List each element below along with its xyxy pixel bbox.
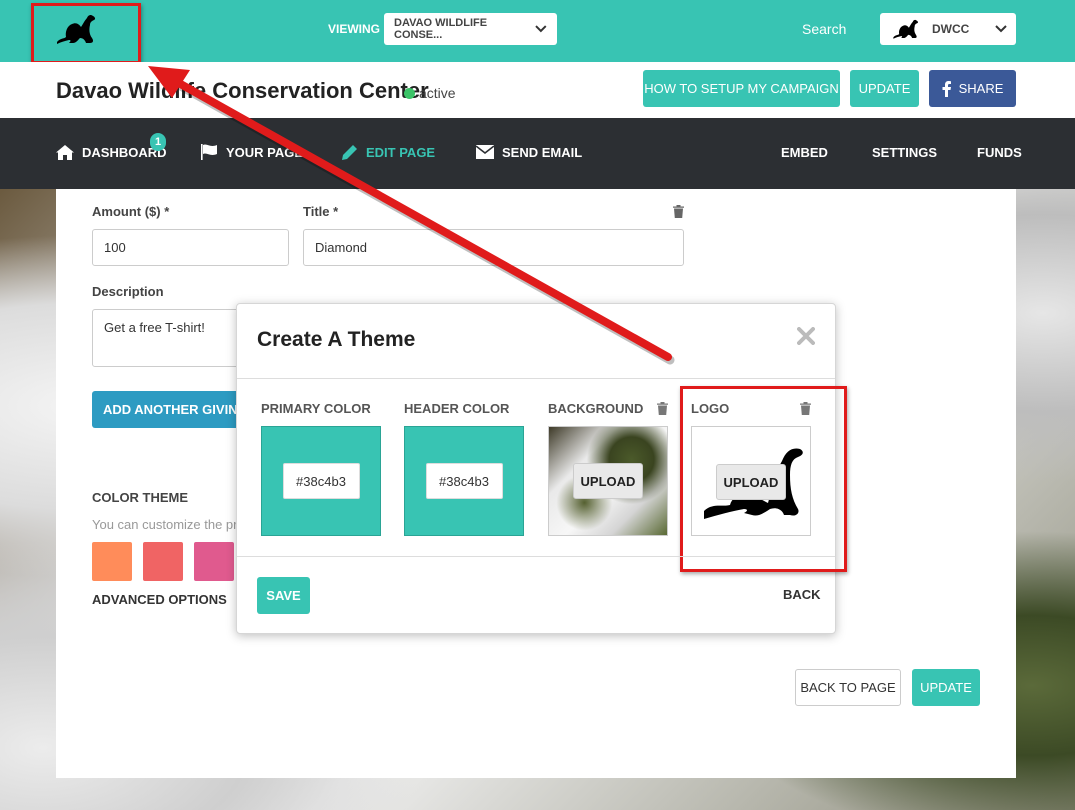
color-theme-label: COLOR THEME	[92, 490, 189, 505]
header-update-button[interactable]: UPDATE	[850, 70, 919, 107]
back-to-page-button[interactable]: BACK TO PAGE	[795, 669, 901, 706]
amount-input[interactable]: 100	[92, 229, 289, 266]
theme-swatch-red[interactable]	[143, 542, 183, 581]
modal-save-button[interactable]: SAVE	[257, 577, 310, 614]
status-dot-icon	[404, 87, 415, 99]
setup-campaign-button[interactable]: HOW TO SETUP MY CAMPAIGN	[643, 70, 840, 107]
nav-send-email-label: SEND EMAIL	[502, 144, 583, 160]
primary-color-label: PRIMARY COLOR	[261, 401, 371, 416]
nav-your-page-label: YOUR PAGE	[226, 144, 304, 160]
chevron-down-icon	[535, 25, 547, 33]
highlight-box-logo	[31, 3, 141, 64]
description-label: Description	[92, 284, 164, 299]
nav-funds[interactable]: FUNDS	[977, 140, 1022, 164]
title-label: Title *	[303, 204, 339, 219]
nav-your-page[interactable]: YOUR PAGE	[200, 140, 303, 164]
nav-send-email[interactable]: SEND EMAIL	[476, 140, 582, 164]
background-upload-button[interactable]: UPLOAD	[573, 463, 643, 499]
title-input[interactable]: Diamond	[303, 229, 684, 266]
ferret-avatar-icon	[893, 19, 918, 39]
form-update-button[interactable]: UPDATE	[912, 669, 980, 706]
background-label: BACKGROUND	[548, 401, 644, 416]
primary-color-input[interactable]: #38c4b3	[282, 463, 360, 499]
highlight-box-logo-upload	[680, 386, 847, 572]
facebook-icon	[942, 80, 951, 97]
modal-back-button[interactable]: BACK	[783, 587, 821, 602]
home-icon	[56, 144, 74, 160]
share-label: SHARE	[958, 81, 1004, 96]
envelope-icon	[476, 145, 494, 159]
amount-label: Amount ($) *	[92, 204, 170, 219]
share-button[interactable]: SHARE	[929, 70, 1016, 107]
add-giving-level-label: ADD ANOTHER GIVING L	[103, 402, 252, 417]
notification-badge: 1	[150, 133, 166, 151]
primary-color-swatch[interactable]: #38c4b3	[261, 426, 381, 536]
trash-icon[interactable]	[657, 402, 668, 415]
page-title: Davao Wildlife Conservation Center	[56, 78, 429, 103]
account-select-value: DWCC	[932, 22, 970, 36]
background-preview: UPLOAD	[548, 426, 668, 536]
modal-title: Create A Theme	[257, 328, 416, 351]
pencil-icon	[342, 145, 357, 160]
color-theme-help: You can customize the pri	[92, 517, 241, 532]
nav-edit-page[interactable]: EDIT PAGE	[342, 140, 435, 164]
advanced-options-link[interactable]: ADVANCED OPTIONS	[92, 592, 227, 607]
header-color-input[interactable]: #38c4b3	[425, 463, 503, 499]
trash-icon[interactable]	[673, 205, 684, 218]
description-textarea[interactable]: Get a free T-shirt!	[92, 309, 252, 367]
flag-icon	[201, 144, 217, 160]
nav-edit-page-label: EDIT PAGE	[366, 144, 436, 160]
theme-swatch-pink[interactable]	[194, 542, 234, 581]
theme-swatch-orange[interactable]	[92, 542, 132, 581]
modal-divider-bottom	[237, 556, 835, 557]
viewing-select[interactable]: DAVAO WILDLIFE CONSE...	[384, 13, 557, 45]
search-label[interactable]: Search	[802, 21, 846, 37]
chevron-down-icon	[995, 25, 1008, 33]
status-badge: active	[404, 85, 456, 101]
nav-settings[interactable]: SETTINGS	[872, 140, 937, 164]
status-text: active	[419, 85, 456, 101]
close-icon[interactable]	[797, 327, 815, 345]
header-color-label: HEADER COLOR	[404, 401, 510, 416]
add-giving-level-button[interactable]: ADD ANOTHER GIVING L	[92, 391, 252, 428]
modal-divider-top	[237, 378, 835, 379]
account-select[interactable]: DWCC	[880, 13, 1016, 45]
viewing-select-value: DAVAO WILDLIFE CONSE...	[394, 17, 488, 41]
viewing-label: VIEWING	[328, 22, 381, 36]
nav-embed[interactable]: EMBED	[781, 140, 828, 164]
header-color-swatch[interactable]: #38c4b3	[404, 426, 524, 536]
